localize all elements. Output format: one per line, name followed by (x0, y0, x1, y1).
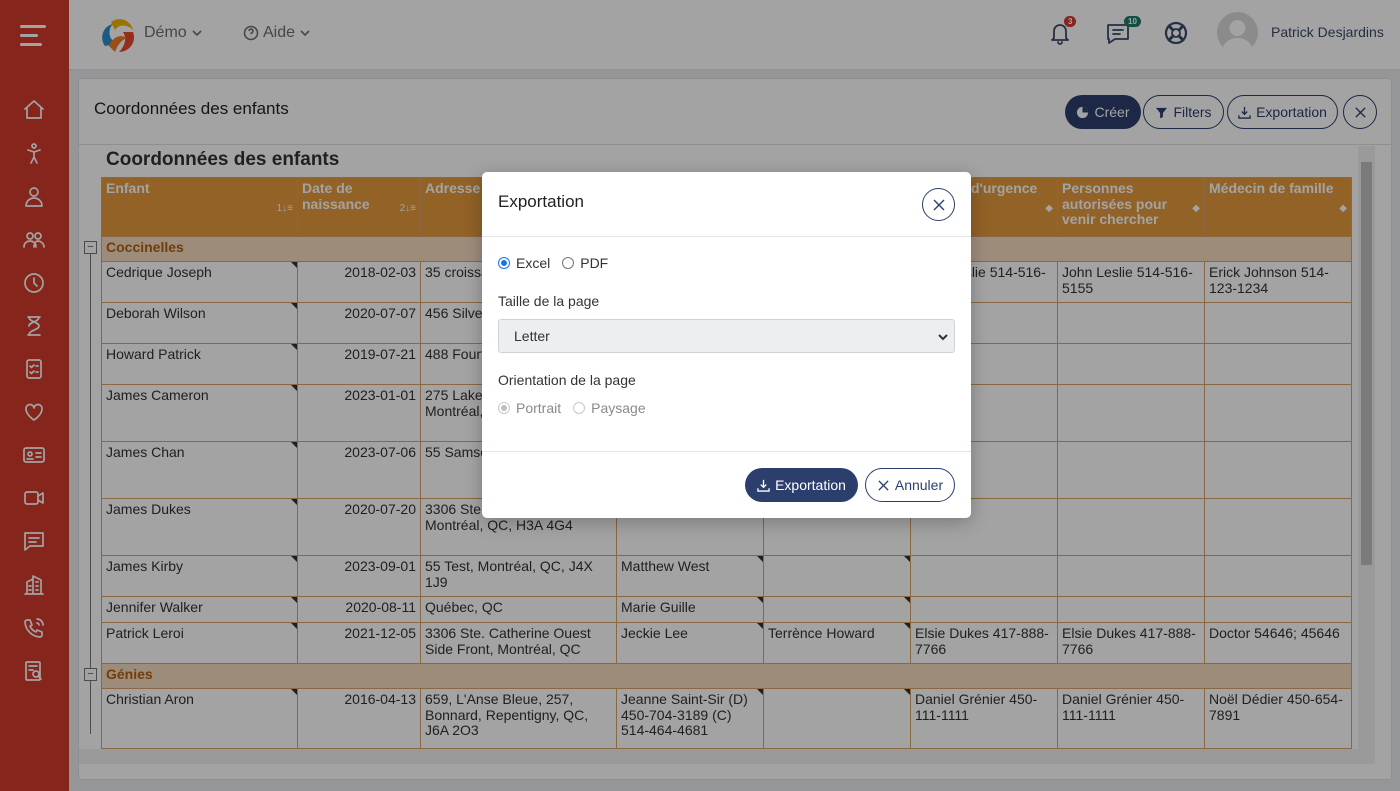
pdf-radio-label[interactable]: PDF (580, 255, 608, 271)
pdf-radio[interactable] (562, 257, 575, 269)
cancel-button[interactable]: Annuler (865, 468, 955, 502)
excel-radio[interactable] (498, 257, 510, 269)
confirm-export-button[interactable]: Exportation (745, 468, 858, 502)
cancel-button-label: Annuler (894, 477, 944, 493)
landscape-radio-label[interactable]: Paysage (591, 400, 645, 416)
export-dialog: Exportation Excel PDF Taille de la page … (482, 172, 971, 518)
dialog-close-button[interactable] (922, 188, 955, 221)
confirm-export-label: Exportation (775, 477, 846, 493)
page-size-value: Letter (514, 328, 550, 344)
dialog-header: Exportation (482, 172, 971, 237)
dialog-footer-divider (482, 451, 971, 452)
portrait-radio-label[interactable]: Portrait (516, 400, 561, 416)
portrait-radio[interactable] (498, 402, 510, 414)
close-icon (878, 479, 889, 491)
dialog-title: Exportation (498, 192, 584, 211)
close-icon (933, 199, 944, 210)
orientation-radio-group: Portrait Paysage (498, 400, 658, 416)
excel-radio-label[interactable]: Excel (516, 255, 550, 271)
landscape-radio[interactable] (573, 402, 586, 414)
download-icon (757, 479, 770, 492)
page-size-label: Taille de la page (498, 293, 600, 309)
orientation-label: Orientation de la page (498, 372, 636, 388)
format-radio-group: Excel PDF (498, 255, 620, 271)
page-size-select[interactable]: Letter (498, 319, 955, 353)
chevron-down-icon (938, 334, 948, 341)
